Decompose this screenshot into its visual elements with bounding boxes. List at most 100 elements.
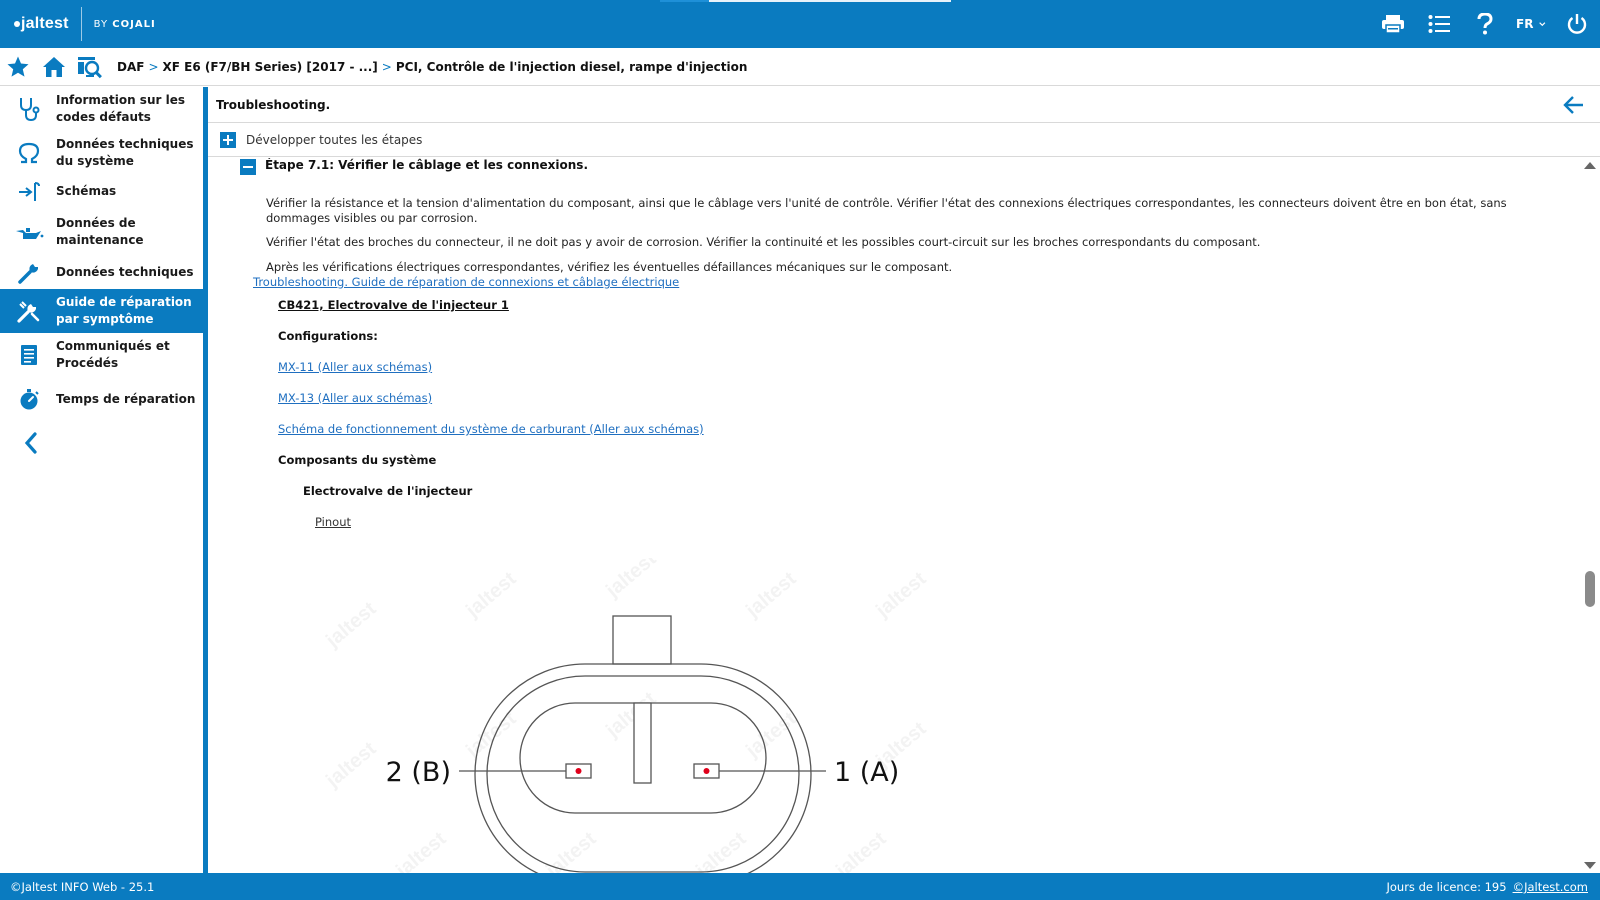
svg-text:jaltest: jaltest	[601, 688, 660, 743]
scroll-up-arrow[interactable]	[1584, 162, 1596, 169]
sidebar-item-label: Données de maintenance	[56, 216, 144, 247]
repair-tools-icon	[14, 297, 44, 325]
vertical-scrollbar[interactable]	[1580, 158, 1600, 873]
printer-icon	[1382, 15, 1404, 34]
pinout-link[interactable]: Pinout	[315, 515, 351, 529]
sidebar-item-technical-data[interactable]: Données techniques	[0, 256, 203, 289]
sidebar-collapse-button[interactable]	[16, 428, 46, 458]
scroll-down-arrow[interactable]	[1584, 862, 1596, 869]
sidebar-item-bulletins[interactable]: Communiqués et Procédés	[0, 333, 203, 377]
expand-plus-icon[interactable]	[220, 132, 236, 148]
question-icon	[1477, 13, 1493, 35]
pin-label-b: 2 (B)	[386, 757, 451, 788]
back-button[interactable]	[1562, 93, 1586, 117]
by-cojali: BY COJALI	[93, 18, 156, 30]
configurations-label: Configurations:	[278, 329, 378, 343]
svg-text:jaltest: jaltest	[601, 558, 660, 602]
sidebar-item-label: Schémas	[56, 184, 117, 198]
svg-text:jaltest: jaltest	[691, 828, 750, 873]
watermark: jaltest jaltest jaltest jaltest jaltest …	[321, 548, 930, 873]
vehicle-search-icon	[78, 57, 102, 79]
connector-drawing: jaltest jaltest jaltest jaltest jaltest …	[321, 548, 931, 873]
logo-separator	[80, 7, 82, 41]
svg-text:jaltest: jaltest	[391, 828, 450, 873]
list-icon	[1428, 15, 1450, 33]
pin-a-dot	[703, 768, 710, 774]
loading-bar-segment	[660, 0, 709, 2]
sidebar-item-maintenance[interactable]: Données de maintenance	[0, 208, 203, 256]
chevron-down-icon	[1539, 22, 1546, 27]
breadcrumb-separator: >	[148, 60, 159, 74]
collapse-minus-icon[interactable]	[240, 159, 256, 175]
help-button[interactable]	[1462, 0, 1508, 48]
page-title: Troubleshooting.	[216, 98, 331, 112]
svg-text:jaltest: jaltest	[461, 568, 520, 623]
svg-text:jaltest: jaltest	[323, 738, 381, 793]
language-selector[interactable]: FR	[1508, 0, 1554, 48]
breadcrumb-bar: DAF > XF E6 (F7/BH Series) [2017 - ...] > PC…	[0, 48, 1600, 86]
step-paragraph: Après les vérifications électriques corr…	[266, 260, 953, 274]
footer: ©Jaltest INFO Web - 25.1 Jours de licenc…	[0, 873, 1600, 900]
sidebar-item-fault-codes[interactable]: Information sur les codes défauts	[0, 87, 203, 131]
step-paragraph: Vérifier la résistance et la tension d'a…	[266, 196, 1507, 225]
main-content: Troubleshooting. Développer toutes les é…	[208, 87, 1600, 873]
sidebar-item-label: Communiqués et Procédés	[56, 339, 170, 370]
breadcrumb-item-model[interactable]: XF E6 (F7/BH Series) [2017 - ...]	[163, 60, 378, 74]
arrow-left-icon	[1563, 96, 1583, 114]
wrench-icon	[14, 259, 44, 287]
sidebar-item-label: Données techniques du système	[56, 137, 194, 168]
power-icon	[1567, 14, 1587, 34]
svg-text:jaltest: jaltest	[871, 568, 930, 623]
language-label: FR	[1516, 17, 1534, 31]
config-link-mx11[interactable]: MX-11 (Aller aux schémas)	[278, 360, 432, 374]
menu-list-button[interactable]	[1416, 0, 1462, 48]
expand-all-row[interactable]: Développer toutes les étapes	[208, 124, 1600, 157]
breadcrumb-separator: >	[381, 60, 392, 74]
print-button[interactable]	[1370, 0, 1416, 48]
component-name: Electrovalve de l'injecteur	[303, 484, 473, 498]
system-components-label: Composants du système	[278, 453, 437, 467]
wiring-guide-link[interactable]: Troubleshooting. Guide de réparation de …	[253, 275, 679, 289]
home-icon	[43, 57, 65, 77]
loading-bar	[709, 0, 951, 2]
logout-button[interactable]	[1554, 0, 1600, 48]
sidebar-item-system-data[interactable]: Données techniques du système	[0, 131, 203, 175]
svg-text:jaltest: jaltest	[741, 568, 800, 623]
expand-all-label[interactable]: Développer toutes les étapes	[246, 133, 422, 147]
oil-can-icon	[14, 218, 44, 246]
pin-label-a: 1 (A)	[834, 757, 899, 788]
breadcrumb-item-brand[interactable]: DAF	[117, 60, 144, 74]
app-logo[interactable]: jaltest BY COJALI	[14, 7, 156, 41]
top-bar: jaltest BY COJALI FR	[0, 0, 1600, 48]
chevron-left-icon	[24, 432, 37, 454]
home-button[interactable]	[40, 54, 68, 80]
version-label: ©Jaltest INFO Web - 25.1	[10, 880, 155, 894]
sidebar-item-repair-times[interactable]: Temps de réparation	[0, 377, 203, 421]
license-days: Jours de licence: 195	[1386, 880, 1507, 894]
svg-text:jaltest: jaltest	[741, 708, 800, 763]
step-content: Étape 7.1: Vérifier le câblage et les co…	[208, 158, 1600, 873]
pin-b-dot	[575, 768, 582, 774]
sidebar-item-label: Guide de réparation par symptôme	[56, 295, 192, 326]
sidebar-item-repair-guide[interactable]: Guide de réparation par symptôme	[0, 289, 203, 333]
jaltest-site-link[interactable]: ©Jaltest.com	[1513, 880, 1588, 894]
svg-text:jaltest: jaltest	[323, 598, 381, 653]
config-link-mx13[interactable]: MX-13 (Aller aux schémas)	[278, 391, 432, 405]
breadcrumb-item-system: PCI, Contrôle de l'injection diesel, ram…	[395, 60, 748, 74]
pinout-diagram: jaltest jaltest jaltest jaltest jaltest …	[321, 548, 963, 873]
svg-text:jaltest: jaltest	[831, 828, 890, 873]
config-link-fuel-schema[interactable]: Schéma de fonctionnement du système de c…	[278, 422, 704, 436]
vehicle-search-button[interactable]	[76, 54, 104, 80]
connector-icon	[14, 178, 44, 206]
step-paragraph: Vérifier l'état des broches du connecteu…	[266, 235, 1261, 249]
sidebar-item-schemas[interactable]: Schémas	[0, 175, 203, 208]
omega-icon	[14, 139, 44, 167]
component-title: CB421, Electrovalve de l'injecteur 1	[278, 298, 509, 312]
sidebar-item-label: Information sur les codes défauts	[56, 93, 185, 124]
scroll-thumb[interactable]	[1585, 571, 1595, 607]
favorites-button[interactable]	[4, 54, 32, 80]
stopwatch-icon	[14, 385, 44, 413]
star-icon	[7, 56, 29, 77]
sidebar-item-label: Temps de réparation	[56, 391, 196, 406]
document-icon	[14, 341, 44, 369]
